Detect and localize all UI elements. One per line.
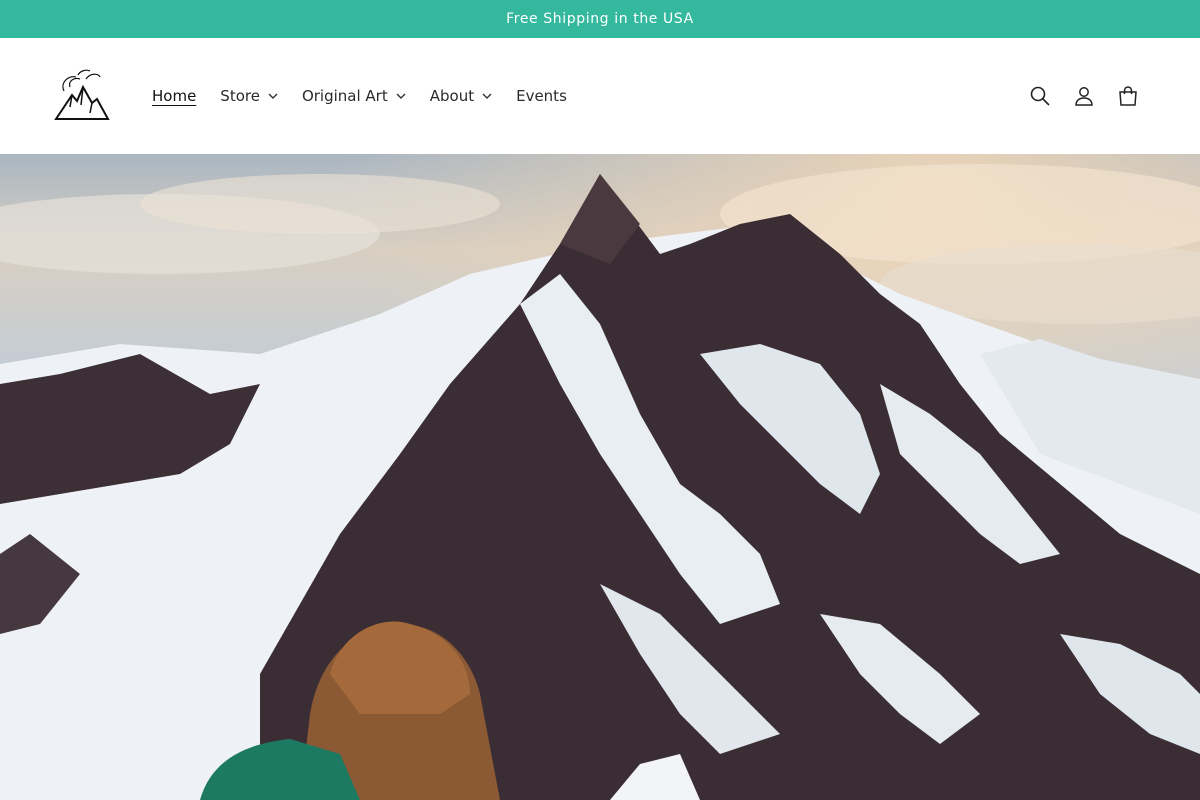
search-icon	[1030, 86, 1050, 106]
nav-label-about: About	[429, 87, 475, 105]
chevron-down-icon	[396, 91, 406, 101]
hero-image	[0, 154, 1200, 800]
nav-item-events[interactable]: Events	[504, 79, 579, 113]
site-logo[interactable]	[50, 65, 112, 127]
nav-label-events: Events	[516, 87, 567, 105]
announcement-text: Free Shipping in the USA	[506, 11, 694, 27]
account-icon	[1075, 87, 1093, 106]
account-button[interactable]	[1062, 74, 1106, 118]
announcement-bar: Free Shipping in the USA	[0, 0, 1200, 38]
mountain-logo-icon	[54, 69, 110, 120]
chevron-down-icon	[482, 91, 492, 101]
mountain-landscape-image	[0, 154, 1200, 800]
cart-icon	[1119, 86, 1137, 106]
nav-label-store: Store	[220, 87, 260, 105]
nav-label-original-art: Original Art	[301, 87, 388, 105]
nav-item-store[interactable]: Store	[208, 79, 290, 113]
nav-label-home: Home	[152, 87, 197, 105]
header-icons	[1018, 74, 1150, 118]
nav-item-about[interactable]: About	[418, 79, 504, 113]
cart-button[interactable]	[1106, 74, 1150, 118]
nav-item-home[interactable]: Home	[140, 79, 208, 113]
main-nav: Home Store Original Art About Events	[140, 79, 579, 113]
site-header: Home Store Original Art About Events	[0, 38, 1200, 154]
nav-item-original-art[interactable]: Original Art	[290, 79, 418, 113]
chevron-down-icon	[268, 91, 278, 101]
search-button[interactable]	[1018, 74, 1062, 118]
